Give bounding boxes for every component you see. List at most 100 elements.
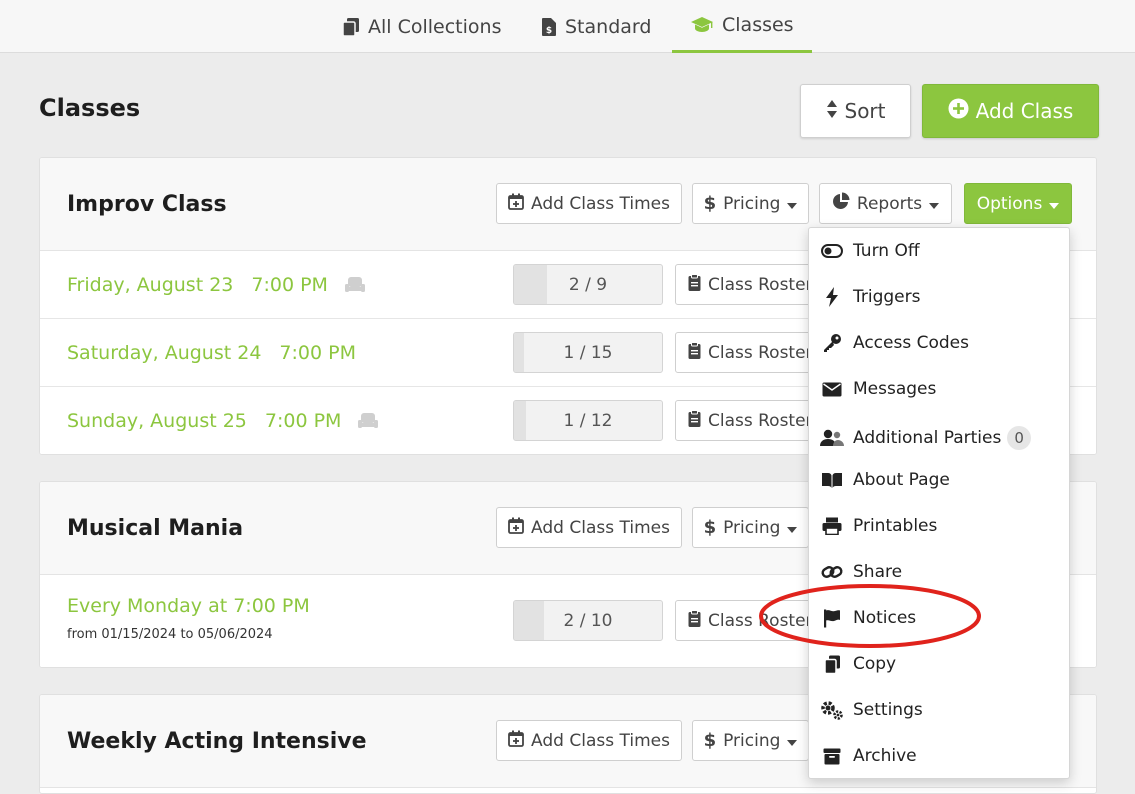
session-time: 7:00 PM [279,342,356,364]
class-roster-label: Class Roster [708,274,813,295]
menu-item-archive[interactable]: Archive [809,737,1071,775]
pricing-dropdown[interactable]: $ Pricing [692,507,809,548]
tab-all-collections[interactable]: All Collections [342,0,501,53]
pricing-dropdown[interactable]: $ Pricing [692,720,809,761]
menu-item-label: Settings [853,700,923,720]
reports-dropdown[interactable]: Reports [819,183,952,224]
page-title: Classes [39,94,141,122]
bolt-icon [809,287,853,307]
class-roster-label: Class Roster [708,610,813,631]
menu-item-messages[interactable]: Messages [809,370,1071,408]
menu-item-label: Notices [853,608,917,628]
tab-label: Standard [565,15,652,38]
capacity-bar: 1 / 15 [513,332,663,373]
dollar-icon: $ [703,193,717,214]
menu-item-notices[interactable]: Notices [809,599,1071,637]
add-class-label: Add Class [975,99,1074,123]
menu-item-label: Messages [853,379,937,399]
menu-item-label: Share [853,562,903,582]
menu-item-label: Turn Off [853,241,920,261]
copy-icon [342,17,360,37]
calendar-plus-icon [508,517,524,539]
add-class-times-button[interactable]: Add Class Times [496,720,682,761]
archive-icon [809,748,853,765]
caret-down-icon [787,194,798,214]
menu-item-settings[interactable]: Settings [809,691,1071,729]
graduation-cap-icon [690,16,714,34]
pricing-label: Pricing [723,730,781,751]
toggle-icon [809,244,853,258]
menu-item-share[interactable]: Share [809,553,1071,591]
copy-icon [809,655,853,674]
add-class-times-button[interactable]: Add Class Times [496,183,682,224]
clipboard-icon [688,273,701,296]
class-roster-label: Class Roster [708,342,813,363]
menu-item-copy[interactable]: Copy [809,645,1071,683]
recurring-schedule-link[interactable]: Every Monday at 7:00 PM [67,595,310,617]
plus-circle-icon [948,98,969,124]
theater-seat-icon [357,412,379,430]
pricing-label: Pricing [723,517,781,538]
capacity-bar: 2 / 9 [513,264,663,305]
menu-item-access-codes[interactable]: Access Codes [809,324,1071,362]
reports-label: Reports [856,193,923,214]
tab-label: All Collections [368,15,502,38]
capacity-label: 2 / 9 [568,274,608,295]
pie-chart-icon [832,192,850,215]
class-title: Weekly Acting Intensive [67,729,367,754]
theater-seat-icon [344,276,366,294]
tab-classes[interactable]: Classes [672,0,812,53]
additional-parties-count-badge: 0 [1007,426,1031,450]
class-roster-label: Class Roster [708,410,813,431]
session-date-link[interactable]: Sunday, August 25 7:00 PM [67,387,379,454]
options-dropdown[interactable]: Options [964,183,1072,224]
clipboard-icon [688,609,701,632]
caret-down-icon [787,518,798,538]
clipboard-icon [688,409,701,432]
cogs-icon [809,700,853,720]
price-doc-icon: $ [541,17,557,37]
session-date-link[interactable]: Friday, August 23 7:00 PM [67,251,366,319]
menu-item-triggers[interactable]: Triggers [809,278,1071,316]
add-class-times-label: Add Class Times [531,193,670,214]
session-time: 7:00 PM [251,274,328,296]
sort-button[interactable]: Sort [800,84,911,138]
capacity-bar: 2 / 10 [513,600,663,641]
session-date: Sunday, August 25 [67,410,247,432]
capacity-label: 1 / 15 [563,342,613,363]
dollar-icon: $ [703,517,717,538]
key-icon [809,333,853,353]
link-icon [809,563,853,581]
caret-down-icon [1049,194,1060,214]
menu-item-label: Access Codes [853,333,969,353]
top-nav: All Collections $ Standard Classes [0,0,1135,53]
add-class-times-button[interactable]: Add Class Times [496,507,682,548]
dollar-icon: $ [703,730,717,751]
capacity-label: 1 / 12 [563,410,613,431]
book-open-icon [809,472,853,489]
tab-standard[interactable]: $ Standard [541,0,651,53]
sort-label: Sort [844,99,886,123]
menu-item-label: Archive [853,746,917,766]
menu-item-additional-parties[interactable]: Additional Parties 0 [809,419,1071,457]
add-class-times-label: Add Class Times [531,517,670,538]
caret-down-icon [929,194,940,214]
menu-item-turn-off[interactable]: Turn Off [809,232,1071,270]
add-class-button[interactable]: Add Class [922,84,1099,138]
capacity-bar: 1 / 12 [513,400,663,441]
calendar-plus-icon [508,730,524,752]
menu-item-label: Triggers [853,287,921,307]
sort-icon [826,99,838,124]
session-date-link[interactable]: Saturday, August 24 7:00 PM [67,319,356,387]
menu-item-printables[interactable]: Printables [809,507,1071,545]
pricing-dropdown[interactable]: $ Pricing [692,183,809,224]
tab-label: Classes [722,14,794,36]
clipboard-icon [688,341,701,364]
options-label: Options [976,193,1043,214]
session-date: Saturday, August 24 [67,342,262,364]
menu-item-about-page[interactable]: About Page [809,461,1071,499]
add-class-times-label: Add Class Times [531,730,670,751]
class-title: Musical Mania [67,516,244,541]
session-time: 7:00 PM [264,410,342,432]
flag-icon [809,609,853,628]
